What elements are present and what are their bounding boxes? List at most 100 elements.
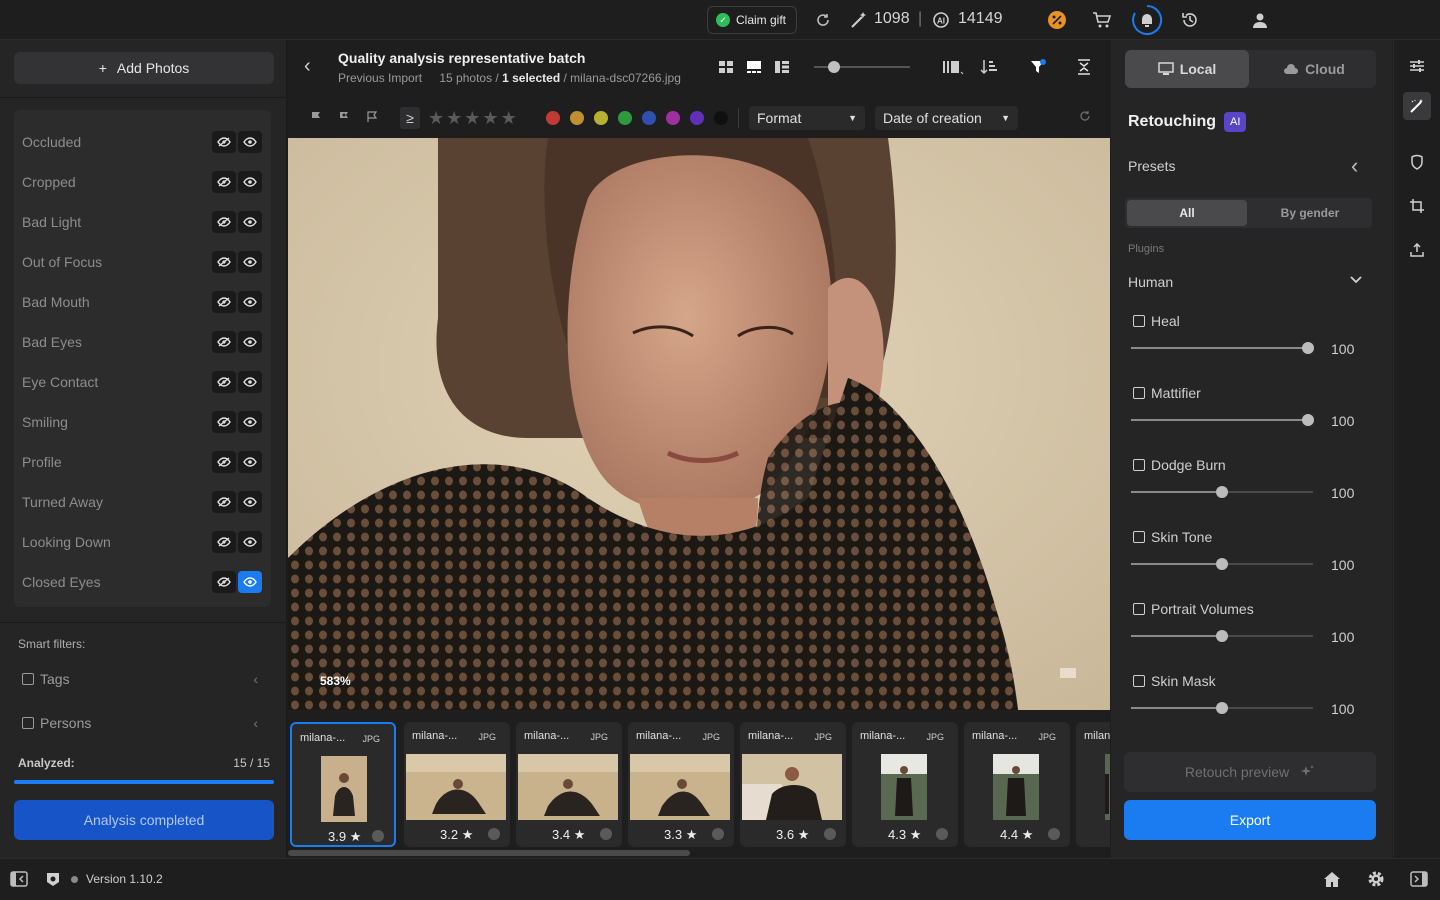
hide-toggle[interactable] <box>212 251 236 273</box>
color-label-dot[interactable] <box>642 111 656 125</box>
format-dropdown[interactable]: Format ▼ <box>749 106 865 130</box>
share-icon[interactable] <box>1403 236 1431 264</box>
show-toggle[interactable] <box>238 411 262 433</box>
collapse-icon[interactable] <box>1077 59 1091 75</box>
flag-pick-icon[interactable] <box>310 111 322 123</box>
retouch-preview-button[interactable]: Retouch preview <box>1124 752 1376 792</box>
persons-checkbox[interactable] <box>22 717 34 729</box>
discount-icon[interactable] <box>1047 10 1067 30</box>
previous-import-link[interactable]: Previous Import <box>338 71 422 85</box>
chevron-left-icon[interactable]: ‹ <box>253 671 258 687</box>
show-toggle[interactable] <box>238 331 262 353</box>
color-label-dot[interactable] <box>618 111 632 125</box>
color-tag-dot[interactable] <box>936 828 948 840</box>
skin-mask-checkbox[interactable] <box>1133 675 1145 687</box>
tab-local[interactable]: Local <box>1125 50 1249 88</box>
presets-label[interactable]: Presets <box>1128 158 1175 174</box>
plugin-heal[interactable]: Heal <box>1133 313 1180 329</box>
main-photo[interactable] <box>288 138 1110 710</box>
home-icon[interactable] <box>1322 870 1342 888</box>
star-icon[interactable]: ★ <box>482 108 498 129</box>
color-label-dot[interactable] <box>546 111 560 125</box>
rating-stars[interactable]: ★ ★ ★ ★ ★ <box>428 108 517 129</box>
color-tag-dot[interactable] <box>488 828 500 840</box>
plugin-portrait-volumes[interactable]: Portrait Volumes <box>1133 601 1254 617</box>
heal-slider[interactable] <box>1131 342 1314 354</box>
thumbnail-card[interactable]: milana-... JPG 4.3 ★ <box>852 722 958 847</box>
mask-icon[interactable] <box>1403 148 1431 176</box>
retouch-tool-icon[interactable] <box>1403 92 1431 120</box>
zoom-slider-knob[interactable] <box>828 61 840 73</box>
hide-toggle[interactable] <box>212 571 236 593</box>
mattifier-checkbox[interactable] <box>1133 387 1145 399</box>
hide-toggle[interactable] <box>212 131 236 153</box>
color-label-dot[interactable] <box>570 111 584 125</box>
collapse-left-panel-icon[interactable] <box>10 871 28 887</box>
plugin-dodge-burn[interactable]: Dodge Burn <box>1133 457 1226 473</box>
color-label-dot[interactable] <box>666 111 680 125</box>
presets-chevron-icon[interactable]: ‹ <box>1351 153 1358 179</box>
skin-mask-slider-knob[interactable] <box>1216 702 1228 714</box>
skin-mask-slider[interactable] <box>1131 702 1313 714</box>
cart-icon[interactable] <box>1092 10 1112 30</box>
color-tag-dot[interactable] <box>712 828 724 840</box>
show-toggle[interactable] <box>238 371 262 393</box>
show-toggle[interactable] <box>238 571 262 593</box>
plugin-mattifier[interactable]: Mattifier <box>1133 385 1201 401</box>
plugin-skin-tone[interactable]: Skin Tone <box>1133 529 1212 545</box>
zoom-slider[interactable] <box>814 61 910 73</box>
skin-tone-slider[interactable] <box>1131 558 1313 570</box>
hide-toggle[interactable] <box>212 331 236 353</box>
color-label-dot[interactable] <box>714 111 728 125</box>
show-toggle[interactable] <box>238 211 262 233</box>
heal-slider-knob[interactable] <box>1301 342 1314 354</box>
grid-view-icon[interactable] <box>718 60 734 74</box>
sort-dropdown[interactable]: Date of creation ▼ <box>875 106 1018 130</box>
hide-toggle[interactable] <box>212 531 236 553</box>
portrait-volumes-slider-knob[interactable] <box>1216 630 1228 642</box>
history-icon[interactable] <box>1180 10 1200 30</box>
dodge-burn-slider[interactable] <box>1131 486 1313 498</box>
color-tag-dot[interactable] <box>1048 828 1060 840</box>
adjustments-icon[interactable] <box>1403 52 1431 80</box>
thumbnail-card[interactable]: milan <box>1076 722 1110 847</box>
thumbnail-card[interactable]: milana-... JPG 4.4 ★ <box>964 722 1070 847</box>
show-toggle[interactable] <box>238 171 262 193</box>
thumbnail-card[interactable]: milana-... JPG 3.6 ★ <box>740 722 846 847</box>
settings-gear-icon[interactable] <box>1367 870 1385 888</box>
thumbnail-card[interactable]: milana-... JPG 3.9 ★ <box>290 722 396 847</box>
show-toggle[interactable] <box>238 291 262 313</box>
dodge-burn-slider-knob[interactable] <box>1216 486 1228 498</box>
filmstrip-view-icon[interactable] <box>746 60 762 74</box>
thumbnail-card[interactable]: milana-... JPG 3.4 ★ <box>516 722 622 847</box>
filter-icon[interactable] <box>1030 59 1046 75</box>
profile-icon[interactable] <box>1250 10 1270 30</box>
compare-view-icon[interactable] <box>774 60 790 74</box>
hide-toggle[interactable] <box>212 211 236 233</box>
sort-icon[interactable] <box>980 59 998 75</box>
show-toggle[interactable] <box>238 531 262 553</box>
tab-cloud[interactable]: Cloud <box>1252 50 1376 88</box>
skin-tone-checkbox[interactable] <box>1133 531 1145 543</box>
star-icon[interactable]: ★ <box>501 108 517 129</box>
mattifier-slider-knob[interactable] <box>1301 414 1314 426</box>
hide-toggle[interactable] <box>212 411 236 433</box>
collapse-right-panel-icon[interactable] <box>1410 871 1428 887</box>
tags-filter[interactable]: Tags ‹ <box>22 668 262 690</box>
back-chevron-icon[interactable]: ‹ <box>304 56 311 76</box>
flag-unflag-icon[interactable] <box>338 111 350 123</box>
library-icon[interactable] <box>942 59 964 75</box>
claim-gift-button[interactable]: ✓ Claim gift <box>707 6 798 34</box>
color-label-dot[interactable] <box>594 111 608 125</box>
skin-tone-slider-knob[interactable] <box>1216 558 1228 570</box>
color-tag-dot[interactable] <box>372 830 384 842</box>
hide-toggle[interactable] <box>212 371 236 393</box>
show-toggle[interactable] <box>238 491 262 513</box>
color-label-dot[interactable] <box>690 111 704 125</box>
seg-by-gender[interactable]: By gender <box>1250 200 1370 226</box>
add-photos-button[interactable]: + Add Photos <box>14 52 274 84</box>
portrait-volumes-checkbox[interactable] <box>1133 603 1145 615</box>
heal-checkbox[interactable] <box>1133 315 1145 327</box>
flag-reject-icon[interactable] <box>366 111 378 123</box>
star-icon[interactable]: ★ <box>464 108 480 129</box>
